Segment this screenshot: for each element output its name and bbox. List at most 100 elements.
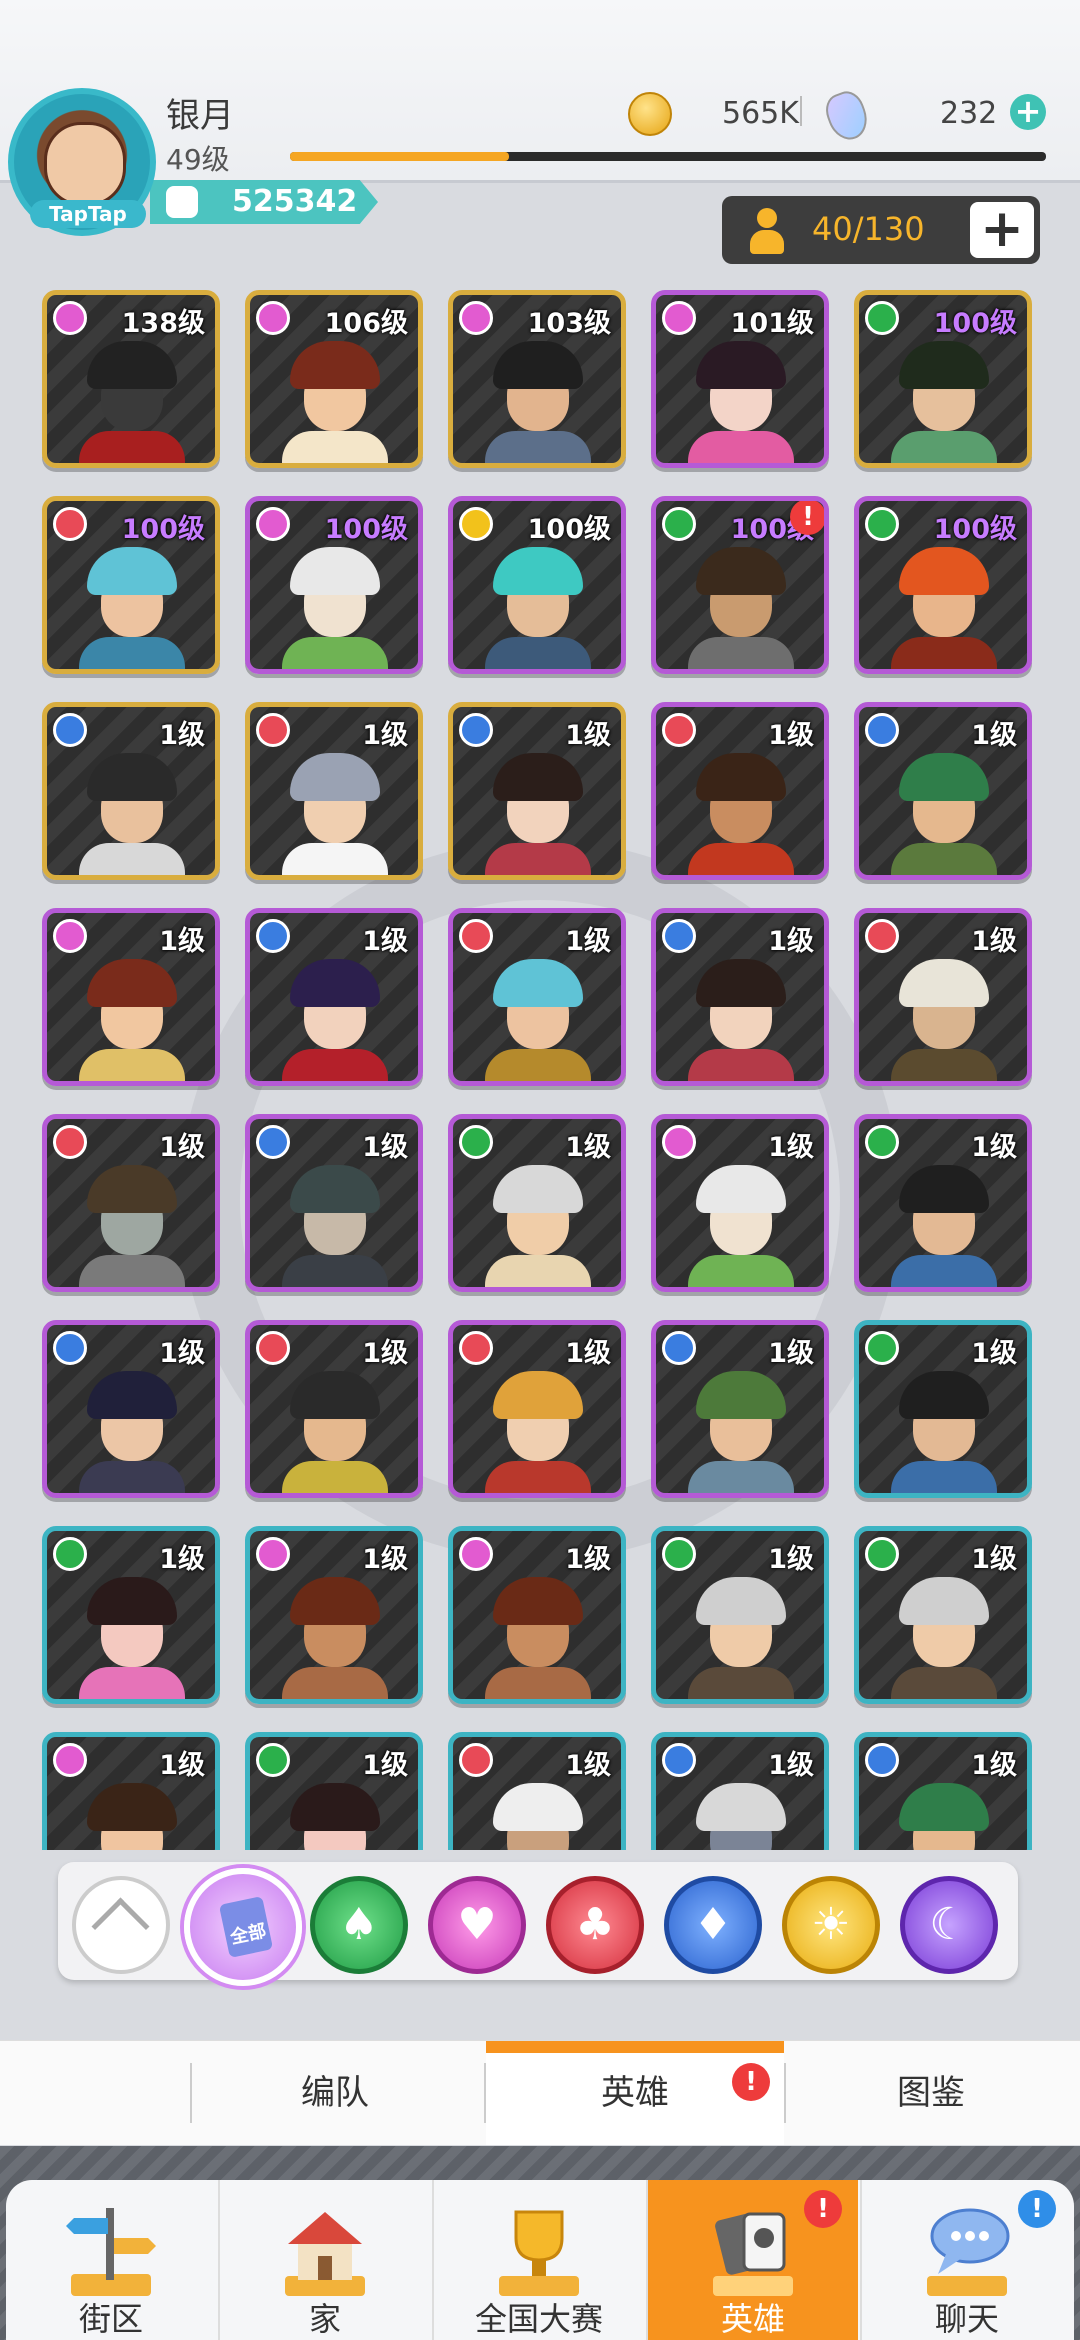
hero-card[interactable]: 103级: [448, 290, 626, 468]
tab-formation[interactable]: 编队: [190, 2041, 480, 2145]
hero-card[interactable]: 1级: [42, 1320, 220, 1498]
hero-card[interactable]: 1级: [854, 1526, 1032, 1704]
person-icon: [748, 208, 786, 254]
filter-sun-button[interactable]: ☀: [782, 1876, 880, 1974]
hero-card[interactable]: 1级: [448, 908, 626, 1086]
nav-chat-alert-badge: !: [1018, 2190, 1056, 2228]
hero-level: 1级: [565, 1132, 611, 1163]
hero-level: 1级: [159, 1132, 205, 1163]
hero-card[interactable]: 1级: [245, 1526, 423, 1704]
hero-level: 1级: [362, 720, 408, 751]
hero-card[interactable]: 1级: [448, 1526, 626, 1704]
hero-card[interactable]: 1级: [854, 702, 1032, 880]
hero-card[interactable]: 1级: [42, 1526, 220, 1704]
hero-level: 1级: [565, 926, 611, 957]
hero-level: 1级: [971, 1544, 1017, 1575]
hero-card[interactable]: 100级: [854, 290, 1032, 468]
hero-card[interactable]: 1级: [42, 1732, 220, 1850]
hero-card[interactable]: 106级: [245, 290, 423, 468]
hero-card[interactable]: 1级: [651, 1732, 829, 1850]
experience-bar: [290, 152, 1046, 161]
diamond-icon: [865, 1743, 899, 1777]
nav-district[interactable]: 街区: [6, 2180, 216, 2340]
tab-codex[interactable]: 图鉴: [786, 2041, 1076, 2145]
hero-card[interactable]: 1级: [42, 1114, 220, 1292]
hero-level: 1级: [971, 720, 1017, 751]
hero-card[interactable]: 1级: [854, 1732, 1032, 1850]
hero-card[interactable]: 1级: [651, 908, 829, 1086]
filter-diamond-button[interactable]: ♦: [664, 1876, 762, 1974]
diamond-icon: [662, 919, 696, 953]
filter-spade-button[interactable]: ♠: [310, 1876, 408, 1974]
hero-level: 103级: [527, 308, 611, 339]
hero-card[interactable]: 100级: [42, 496, 220, 674]
tab-heroes-alert-badge: !: [732, 2063, 770, 2101]
hero-level: 1级: [565, 1338, 611, 1369]
hero-portrait: [885, 953, 1003, 1081]
hero-card[interactable]: 100级: [245, 496, 423, 674]
hero-card[interactable]: 101级: [651, 290, 829, 468]
hero-card[interactable]: 100级: [448, 496, 626, 674]
roster-count: 40/130: [812, 210, 925, 248]
tab-heroes[interactable]: 英雄 !: [486, 2041, 784, 2145]
nav-home[interactable]: 家: [220, 2180, 430, 2340]
hero-level: 1级: [768, 926, 814, 957]
heart-icon: [662, 301, 696, 335]
hero-portrait: [885, 1159, 1003, 1287]
hero-portrait: [682, 953, 800, 1081]
hero-card[interactable]: 1级: [245, 1320, 423, 1498]
hero-card[interactable]: 1级: [651, 702, 829, 880]
hero-grid: 138级 106级 103级 101级 100级 100级 100级 100级 100级! 100…: [42, 290, 1042, 1850]
filter-club-button[interactable]: ♣: [546, 1876, 644, 1974]
hero-card[interactable]: 100级: [854, 496, 1032, 674]
chevron-up-icon: [91, 1897, 150, 1956]
club-icon: [459, 1331, 493, 1365]
hero-card[interactable]: 1级: [448, 1114, 626, 1292]
chat-bubble-icon: [927, 2208, 1010, 2296]
heart-icon: [53, 919, 87, 953]
hero-card[interactable]: 1级: [651, 1526, 829, 1704]
hero-card[interactable]: 1级: [448, 702, 626, 880]
hero-card[interactable]: 1级: [651, 1320, 829, 1498]
hero-card[interactable]: 1级: [245, 1732, 423, 1850]
filter-heart-button[interactable]: ♥: [428, 1876, 526, 1974]
hero-portrait: [682, 1159, 800, 1287]
collapse-filter-button[interactable]: [72, 1876, 170, 1974]
hero-portrait: [479, 1777, 597, 1850]
hero-portrait: [73, 1159, 191, 1287]
hero-card[interactable]: 138级: [42, 290, 220, 468]
hero-portrait: [682, 1571, 800, 1699]
add-gems-button[interactable]: +: [1010, 94, 1046, 130]
nav-heroes[interactable]: 英雄 !: [648, 2180, 858, 2340]
hero-card[interactable]: 1级: [651, 1114, 829, 1292]
filter-all-button[interactable]: 全部: [184, 1868, 302, 1986]
hero-card[interactable]: 1级: [854, 1114, 1032, 1292]
hero-portrait: [276, 747, 394, 875]
hero-level: 100级: [933, 514, 1017, 545]
hero-grid-scroll[interactable]: 138级 106级 103级 101级 100级 100级 100级 100级 100级! 100…: [0, 280, 1080, 1850]
nav-tournament[interactable]: 全国大赛: [434, 2180, 644, 2340]
hero-card[interactable]: 1级: [448, 1732, 626, 1850]
hero-card[interactable]: 1级: [42, 908, 220, 1086]
hero-card[interactable]: 1级: [245, 908, 423, 1086]
hero-card[interactable]: 1级: [854, 1320, 1032, 1498]
player-avatar[interactable]: TapTap: [8, 88, 156, 236]
hero-card[interactable]: 1级: [42, 702, 220, 880]
filter-moon-button[interactable]: ☾: [900, 1876, 998, 1974]
nav-chat[interactable]: 聊天 !: [862, 2180, 1072, 2340]
hero-card[interactable]: 1级: [854, 908, 1032, 1086]
spade-icon: [662, 507, 696, 541]
hero-card[interactable]: 100级!: [651, 496, 829, 674]
hero-level: 1级: [768, 1338, 814, 1369]
hero-level: 1级: [768, 1750, 814, 1781]
hero-card[interactable]: 1级: [245, 1114, 423, 1292]
diamond-icon: [53, 713, 87, 747]
hero-card[interactable]: 1级: [245, 702, 423, 880]
tab-formation-label: 编队: [301, 2073, 369, 2113]
hero-alert-badge: !: [790, 501, 824, 535]
hero-portrait: [682, 1777, 800, 1850]
club-icon: [459, 919, 493, 953]
expand-roster-button[interactable]: +: [970, 202, 1034, 258]
hero-card[interactable]: 1级: [448, 1320, 626, 1498]
hero-portrait: [276, 541, 394, 669]
